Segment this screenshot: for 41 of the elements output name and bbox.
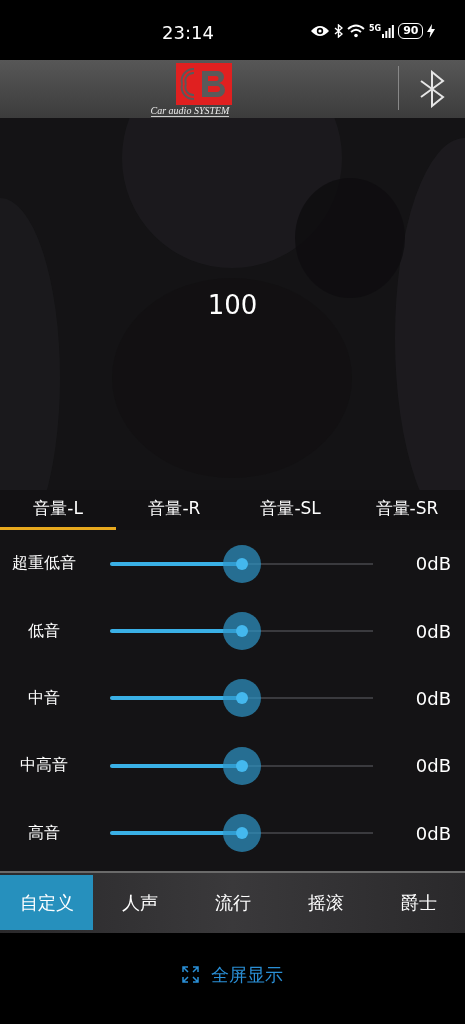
band-value: 0dB <box>415 755 451 777</box>
slider-track[interactable] <box>110 544 373 583</box>
preset-tab[interactable]: 自定义 <box>0 875 93 930</box>
preset-tab[interactable]: 爵士 <box>372 875 465 930</box>
slider-thumb[interactable] <box>222 814 261 853</box>
preset-tab[interactable]: 摇滚 <box>279 875 372 930</box>
channel-tab[interactable]: 音量-SL <box>232 490 349 530</box>
signal-icon <box>382 24 395 38</box>
fullscreen-link[interactable]: 全屏显示 <box>211 962 283 987</box>
slider-track[interactable] <box>110 814 373 853</box>
fullscreen-icon[interactable] <box>182 966 199 983</box>
battery-level: 90 <box>398 23 424 39</box>
band-value: 0dB <box>415 553 451 575</box>
band-label: 中高音 <box>19 755 69 777</box>
band-label: 超重低音 <box>11 553 77 575</box>
charging-icon <box>427 24 436 38</box>
slider-thumb[interactable] <box>222 612 261 651</box>
preset-tab[interactable]: 人声 <box>93 875 186 930</box>
band-value: 0dB <box>415 620 451 642</box>
logo-icon <box>176 63 232 105</box>
band-label: 低音 <box>27 620 61 642</box>
band-label: 中音 <box>27 687 61 709</box>
preset-tab[interactable]: 流行 <box>186 875 279 930</box>
slider-thumb[interactable] <box>222 679 261 718</box>
wifi-icon <box>347 24 365 38</box>
bluetooth-icon <box>334 24 343 38</box>
status-time: 23:14 <box>162 22 214 43</box>
channel-tab[interactable]: 音量-R <box>116 490 233 530</box>
slider-track[interactable] <box>110 612 373 651</box>
channel-tab[interactable]: 音量-SR <box>348 490 465 530</box>
logo-text: Car audio SYSTEM <box>150 105 230 117</box>
band-value: 0dB <box>415 687 451 709</box>
volume-value: 100 <box>207 290 258 320</box>
slider-thumb[interactable] <box>222 544 261 583</box>
slider-thumb[interactable] <box>222 746 261 785</box>
eye-icon <box>310 24 330 38</box>
band-value: 0dB <box>415 822 451 844</box>
slider-track[interactable] <box>110 679 373 718</box>
network-label: 5G <box>369 23 382 33</box>
slider-track[interactable] <box>110 746 373 785</box>
band-label: 高音 <box>27 822 61 844</box>
